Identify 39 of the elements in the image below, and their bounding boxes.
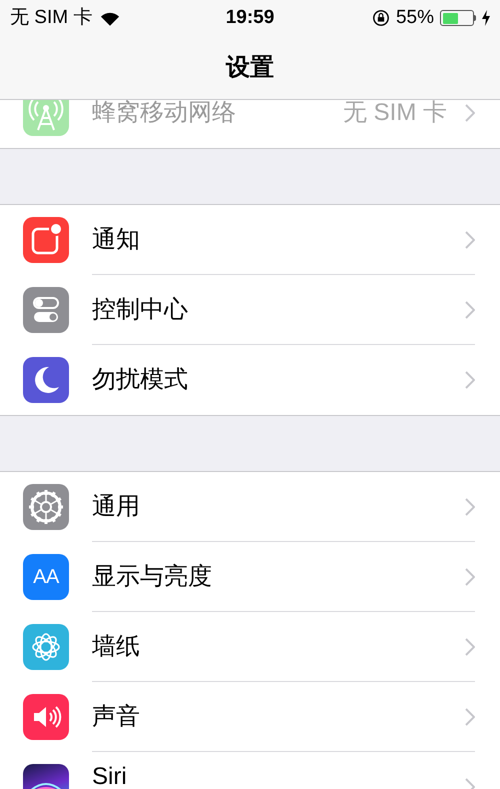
icon-letters: AA (33, 567, 59, 587)
moon-icon (23, 357, 69, 403)
chevron-icon (465, 498, 475, 516)
setting-label: Siri (92, 764, 128, 789)
speaker-icon (23, 694, 69, 740)
battery-percent: 55% (396, 6, 434, 30)
setting-label: 通用 (92, 492, 141, 522)
clock-text: 19:59 (226, 6, 274, 30)
setting-label: 勿扰模式 (92, 365, 189, 395)
settings-row[interactable]: 通知 (0, 205, 500, 275)
chevron-icon (465, 708, 475, 726)
battery-icon (440, 10, 476, 26)
setting-label: 通知 (92, 224, 141, 254)
settings-row[interactable]: 声音 (0, 682, 500, 752)
settings-row[interactable]: 勿扰模式 (0, 345, 500, 415)
settings-row[interactable]: AA 显示与亮度 (0, 542, 500, 612)
wifi-icon (100, 10, 120, 26)
flower-icon (23, 624, 69, 670)
setting-label: 墙纸 (92, 632, 141, 662)
chevron-icon (465, 371, 475, 389)
settings-row[interactable]: 通用 (0, 472, 500, 542)
setting-label: 控制中心 (92, 294, 189, 324)
setting-label: 显示与亮度 (92, 562, 213, 592)
setting-label: 声音 (92, 702, 141, 732)
settings-row[interactable]: Siri (0, 752, 500, 789)
rotation-lock-icon (372, 9, 390, 27)
settings-row[interactable]: 控制中心 (0, 275, 500, 345)
carrier-text: 无 SIM 卡 (10, 6, 92, 30)
gear-icon (23, 484, 69, 530)
toggles-icon (23, 287, 69, 333)
chevron-icon (465, 568, 475, 586)
setting-value: 无 SIM 卡 (342, 100, 447, 128)
chevron-icon (465, 230, 475, 248)
chevron-icon (465, 638, 475, 656)
settings-row[interactable]: 墙纸 (0, 612, 500, 682)
chevron-icon (465, 104, 475, 122)
nav-title: 设置 (226, 52, 274, 82)
notification-icon (23, 217, 69, 263)
chevron-icon (465, 300, 475, 318)
